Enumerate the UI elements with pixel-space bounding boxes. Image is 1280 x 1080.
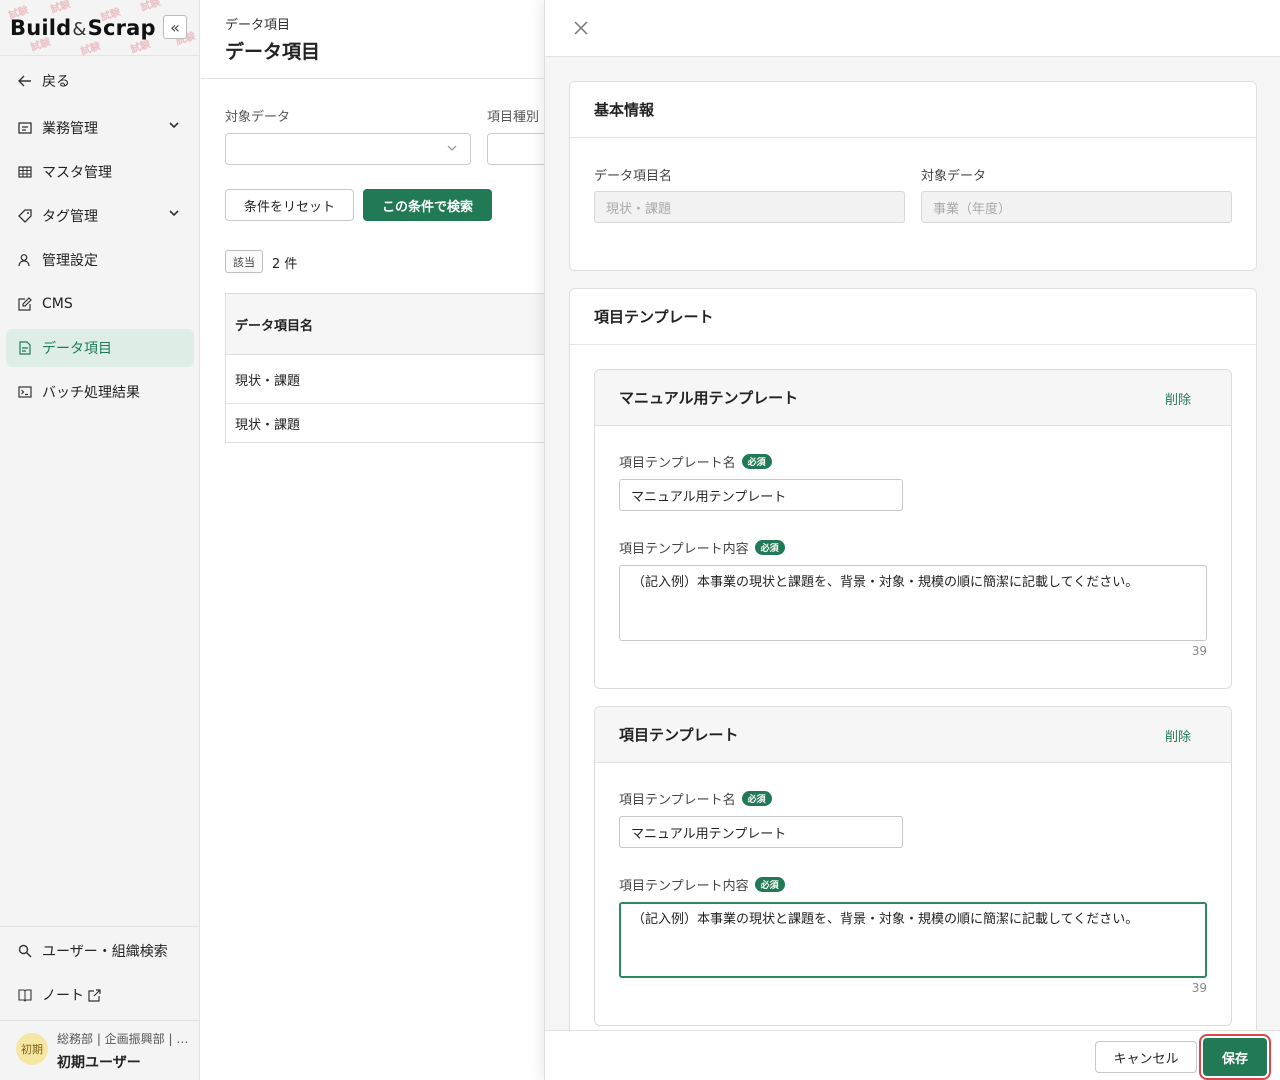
template-content-label-text: 項目テンプレート内容 <box>619 542 749 557</box>
target-data-field: 事業（年度） <box>921 191 1232 223</box>
external-link-icon <box>88 988 101 1002</box>
template-name-input[interactable]: マニュアル用テンプレート <box>619 479 903 511</box>
table-row[interactable]: 現状・課題 <box>226 355 554 404</box>
avatar: 初期 <box>16 1033 48 1065</box>
sidebar-item-label: 業務管理 <box>42 121 98 137</box>
sidebar-item-admin-settings[interactable]: 管理設定 <box>6 241 194 279</box>
sidebar-item-label: ノート <box>42 988 84 1004</box>
sidebar-item-business[interactable]: 業務管理 <box>6 109 194 147</box>
count-text: 2 件 <box>272 257 298 272</box>
table-icon <box>16 163 34 181</box>
template-card: マニュアル用テンプレート 削除 項目テンプレート名 必須 マニュアル用テンプレー… <box>594 369 1232 689</box>
reset-conditions-button[interactable]: 条件をリセット <box>225 189 354 221</box>
target-data-label: 対象データ <box>921 169 987 184</box>
app-logo[interactable]: Build&Scrap <box>10 16 156 40</box>
drawer-footer: キャンセル 保存 <box>545 1030 1280 1080</box>
template-title: マニュアル用テンプレート 削除 <box>595 370 1231 426</box>
template-title-text: マニュアル用テンプレート <box>619 389 799 407</box>
search-button[interactable]: この条件で検索 <box>363 189 492 221</box>
template-title: 項目テンプレート 削除 <box>595 707 1231 763</box>
edit-icon <box>16 295 34 313</box>
template-name-label: 項目テンプレート名 必須 <box>619 789 772 808</box>
sidebar-item-label: ユーザー・組織検索 <box>42 944 168 960</box>
data-items-table: データ項目名 現状・課題 現状・課題 <box>225 293 555 443</box>
template-name-label-text: 項目テンプレート名 <box>619 456 736 471</box>
save-button[interactable]: 保存 <box>1203 1038 1267 1076</box>
drawer-header <box>545 0 1280 57</box>
template-content-label: 項目テンプレート内容 必須 <box>619 538 785 557</box>
count-badge: 該当 <box>225 250 263 273</box>
target-data-select[interactable] <box>225 133 471 165</box>
divider <box>0 926 200 927</box>
sidebar-item-label: データ項目 <box>42 341 112 357</box>
collapse-sidebar-button[interactable]: « <box>163 15 187 39</box>
filter-type-label: 項目種別 <box>487 110 540 125</box>
template-content-label: 項目テンプレート内容 必須 <box>619 875 785 894</box>
template-name-label-text: 項目テンプレート名 <box>619 793 736 808</box>
edit-drawer: 基本情報 データ項目名 対象データ 現状・課題 事業（年度） 項目テンプレート … <box>544 0 1280 1080</box>
template-card: 項目テンプレート 削除 項目テンプレート名 必須 マニュアル用テンプレート 項目… <box>594 706 1232 1026</box>
delete-template-link[interactable]: 削除 <box>1165 389 1191 408</box>
back-label: 戻る <box>42 74 70 90</box>
sidebar-item-cms[interactable]: CMS <box>6 285 194 323</box>
template-name-label: 項目テンプレート名 必須 <box>619 452 772 471</box>
chevron-down-icon <box>168 207 180 223</box>
chevron-down-icon <box>168 119 180 135</box>
arrow-left-icon <box>16 72 34 90</box>
sidebar-item-label: 管理設定 <box>42 253 98 269</box>
user-org: 総務部 | 企画振興部 | … <box>57 1032 189 1046</box>
breadcrumb: データ項目 <box>225 18 291 33</box>
template-title-text: 項目テンプレート <box>619 726 739 744</box>
sidebar-item-data-items[interactable]: データ項目 <box>6 329 194 367</box>
required-badge: 必須 <box>741 454 772 469</box>
cancel-button[interactable]: キャンセル <box>1095 1041 1197 1073</box>
terminal-icon <box>16 383 34 401</box>
close-icon[interactable] <box>571 18 591 38</box>
sidebar-item-label: マスタ管理 <box>42 165 112 181</box>
required-badge: 必須 <box>741 791 772 806</box>
logo-area: 試験 試験 試験 試験 試験 試験 試験 試験 Build&Scrap « <box>0 0 199 56</box>
char-count: 39 <box>1191 644 1207 658</box>
basic-info-card: 基本情報 データ項目名 対象データ 現状・課題 事業（年度） <box>569 81 1257 271</box>
tag-icon <box>16 207 34 225</box>
required-badge: 必須 <box>754 540 785 555</box>
user-profile[interactable]: 初期 総務部 | 企画振興部 | … 初期ユーザー <box>0 1021 200 1080</box>
sidebar-item-master[interactable]: マスタ管理 <box>6 153 194 191</box>
data-item-icon <box>16 339 34 357</box>
user-name: 初期ユーザー <box>57 1055 141 1071</box>
sidebar-item-user-search[interactable]: ユーザー・組織検索 <box>6 932 194 970</box>
template-name-input[interactable]: マニュアル用テンプレート <box>619 816 903 848</box>
double-chevron-left-icon: « <box>170 17 180 37</box>
data-item-name-label: データ項目名 <box>594 169 673 184</box>
table-header[interactable]: データ項目名 <box>226 294 554 355</box>
data-item-name-field: 現状・課題 <box>594 191 905 223</box>
delete-template-link[interactable]: 削除 <box>1165 726 1191 745</box>
user-settings-icon <box>16 251 34 269</box>
char-count: 39 <box>1191 981 1207 995</box>
sidebar-item-batch-results[interactable]: バッチ処理結果 <box>6 373 194 411</box>
template-content-textarea[interactable]: （記入例）本事業の現状と課題を、背景・対象・規模の順に簡潔に記載してください。 <box>619 902 1207 978</box>
main-content: データ項目 データ項目 対象データ 項目種別 条件をリセット この条件で検索 該… <box>201 0 567 1080</box>
filter-target-label: 対象データ <box>225 110 291 125</box>
briefcase-icon <box>16 119 34 137</box>
sidebar-item-label: バッチ処理結果 <box>42 385 140 401</box>
templates-card: 項目テンプレート マニュアル用テンプレート 削除 項目テンプレート名 必須 マニ… <box>569 288 1257 1048</box>
sidebar-item-label: タグ管理 <box>42 209 98 225</box>
sidebar: 試験 試験 試験 試験 試験 試験 試験 試験 Build&Scrap « 戻る 業務管理 … <box>0 0 200 1080</box>
templates-title: 項目テンプレート <box>570 289 1256 345</box>
required-badge: 必須 <box>754 877 785 892</box>
page-title: データ項目 <box>225 41 321 63</box>
template-content-label-text: 項目テンプレート内容 <box>619 879 749 894</box>
back-link[interactable]: 戻る <box>6 62 194 100</box>
search-icon <box>16 942 34 960</box>
sidebar-item-tag[interactable]: タグ管理 <box>6 197 194 235</box>
table-row[interactable]: 現状・課題 <box>226 404 554 442</box>
basic-info-title: 基本情報 <box>570 82 1256 138</box>
chevron-down-icon <box>446 142 458 158</box>
book-icon <box>16 986 34 1004</box>
sidebar-item-note[interactable]: ノート <box>6 976 194 1014</box>
sidebar-item-label: CMS <box>42 296 73 312</box>
template-content-textarea[interactable]: （記入例）本事業の現状と課題を、背景・対象・規模の順に簡潔に記載してください。 <box>619 565 1207 641</box>
divider <box>201 78 544 79</box>
